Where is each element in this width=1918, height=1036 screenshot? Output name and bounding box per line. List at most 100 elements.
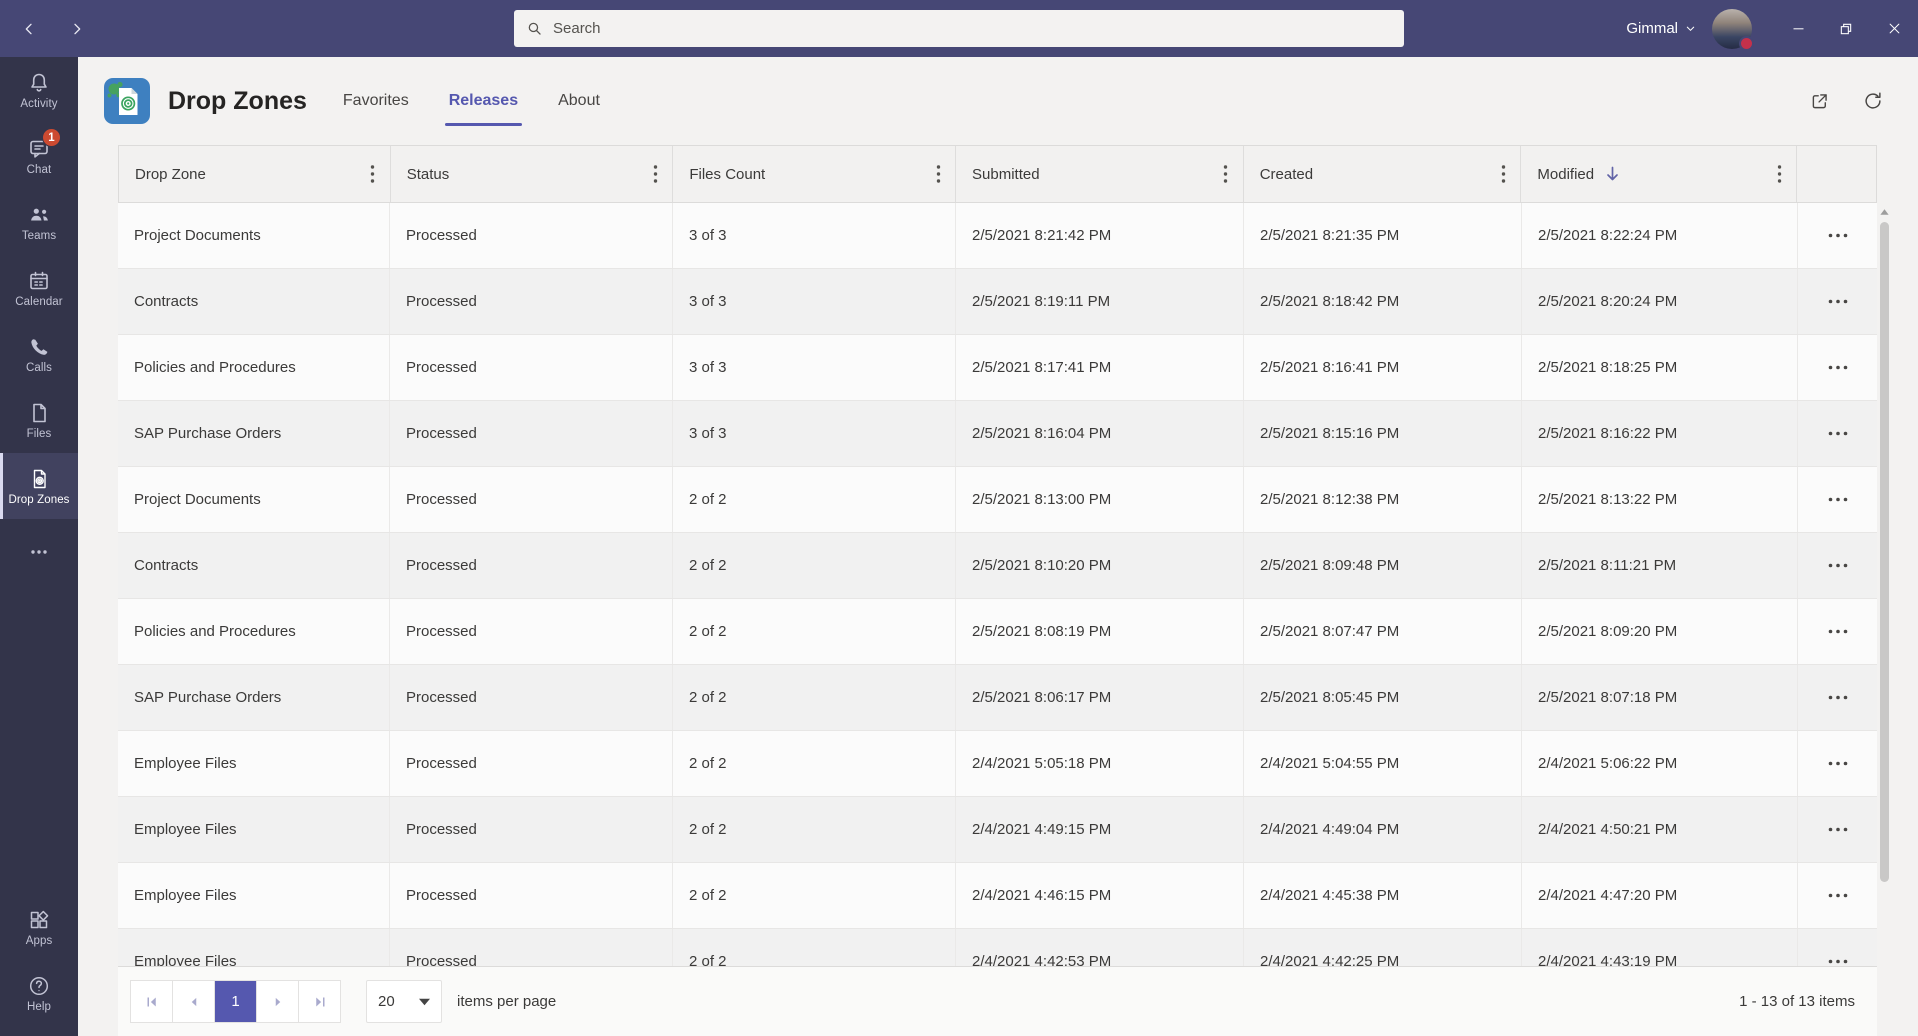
- drop-zones-app-icon: [104, 78, 150, 124]
- pager-last-button[interactable]: [298, 980, 341, 1023]
- table-row[interactable]: Employee Files Processed 2 of 2 2/4/2021…: [118, 929, 1877, 966]
- sidebar-item-help[interactable]: Help: [0, 960, 78, 1026]
- row-actions-button[interactable]: [1818, 887, 1858, 904]
- column-menu-icon[interactable]: [929, 161, 947, 187]
- avatar[interactable]: [1712, 9, 1752, 49]
- table-row[interactable]: Employee Files Processed 2 of 2 2/4/2021…: [118, 731, 1877, 797]
- popout-button[interactable]: [1806, 88, 1832, 114]
- pager-bar: 1 20 items per page 1 - 13 of 13 items: [118, 966, 1877, 1036]
- table-row[interactable]: Policies and Procedures Processed 3 of 3…: [118, 335, 1877, 401]
- cell-created: 2/4/2021 4:42:25 PM: [1260, 953, 1399, 966]
- cell-modified: 2/5/2021 8:20:24 PM: [1538, 293, 1677, 310]
- row-actions-icon: [1828, 233, 1848, 238]
- back-button[interactable]: [16, 16, 42, 42]
- column-header-created[interactable]: Created: [1244, 146, 1522, 202]
- row-actions-button[interactable]: [1818, 623, 1858, 640]
- table-row[interactable]: Employee Files Processed 2 of 2 2/4/2021…: [118, 797, 1877, 863]
- sidebar-item-more[interactable]: [0, 519, 78, 585]
- cell-drop-zone: SAP Purchase Orders: [134, 425, 281, 442]
- help-icon: [27, 974, 51, 998]
- table-row[interactable]: Employee Files Processed 2 of 2 2/4/2021…: [118, 863, 1877, 929]
- table-row[interactable]: Policies and Procedures Processed 2 of 2…: [118, 599, 1877, 665]
- sidebar-item-chat[interactable]: 1 Chat: [0, 123, 78, 189]
- refresh-button[interactable]: [1860, 88, 1886, 114]
- row-actions-button[interactable]: [1818, 689, 1858, 706]
- column-menu-icon[interactable]: [1770, 161, 1788, 187]
- tab-favorites[interactable]: Favorites: [341, 86, 411, 116]
- table-row[interactable]: Project Documents Processed 2 of 2 2/5/2…: [118, 467, 1877, 533]
- cell-status: Processed: [406, 491, 477, 508]
- pager-first-button[interactable]: [130, 980, 173, 1023]
- cell-submitted: 2/5/2021 8:06:17 PM: [972, 689, 1111, 706]
- sidebar-item-files[interactable]: Files: [0, 387, 78, 453]
- table-row[interactable]: SAP Purchase Orders Processed 2 of 2 2/5…: [118, 665, 1877, 731]
- row-actions-button[interactable]: [1818, 491, 1858, 508]
- chat-unread-badge: 1: [42, 128, 61, 147]
- sidebar-item-activity[interactable]: Activity: [0, 57, 78, 123]
- pager-page-1-button[interactable]: 1: [214, 980, 257, 1023]
- minimize-button[interactable]: [1774, 0, 1822, 57]
- column-menu-icon[interactable]: [1494, 161, 1512, 187]
- teams-icon: [27, 203, 52, 227]
- row-actions-button[interactable]: [1818, 821, 1858, 838]
- sidebar-item-calls[interactable]: Calls: [0, 321, 78, 387]
- refresh-icon: [1862, 90, 1884, 112]
- table-row[interactable]: Contracts Processed 3 of 3 2/5/2021 8:19…: [118, 269, 1877, 335]
- table-row[interactable]: SAP Purchase Orders Processed 3 of 3 2/5…: [118, 401, 1877, 467]
- sidebar-item-teams[interactable]: Teams: [0, 189, 78, 255]
- column-menu-icon[interactable]: [1217, 161, 1235, 187]
- row-actions-button[interactable]: [1818, 953, 1858, 966]
- table-row[interactable]: Contracts Processed 2 of 2 2/5/2021 8:10…: [118, 533, 1877, 599]
- table-row[interactable]: Project Documents Processed 3 of 3 2/5/2…: [118, 203, 1877, 269]
- pager-prev-icon: [185, 993, 203, 1011]
- cell-status: Processed: [406, 887, 477, 904]
- rail-spacer: [0, 585, 78, 894]
- cell-status: Processed: [406, 623, 477, 640]
- pager-prev-button[interactable]: [172, 980, 215, 1023]
- restore-button[interactable]: [1822, 0, 1870, 57]
- column-header-status[interactable]: Status: [391, 146, 674, 202]
- close-button[interactable]: [1870, 0, 1918, 57]
- scrollbar-up-arrow[interactable]: [1879, 207, 1890, 218]
- forward-button[interactable]: [64, 16, 90, 42]
- cell-files-count: 3 of 3: [689, 425, 727, 442]
- row-actions-button[interactable]: [1818, 227, 1858, 244]
- app-header: Drop Zones Favorites Releases About: [78, 57, 1918, 145]
- sidebar-item-drop-zones[interactable]: Drop Zones: [0, 453, 78, 519]
- row-actions-button[interactable]: [1818, 293, 1858, 310]
- row-actions-button[interactable]: [1818, 425, 1858, 442]
- row-actions-button[interactable]: [1818, 557, 1858, 574]
- column-header-actions: [1797, 146, 1876, 202]
- sidebar-item-calendar[interactable]: Calendar: [0, 255, 78, 321]
- column-header-drop-zone[interactable]: Drop Zone: [119, 146, 391, 202]
- row-actions-icon: [1828, 431, 1848, 436]
- tab-about[interactable]: About: [556, 86, 602, 116]
- cell-submitted: 2/5/2021 8:10:20 PM: [972, 557, 1111, 574]
- cell-status: Processed: [406, 953, 477, 966]
- row-actions-button[interactable]: [1818, 755, 1858, 772]
- cell-modified: 2/5/2021 8:09:20 PM: [1538, 623, 1677, 640]
- row-actions-icon: [1828, 893, 1848, 898]
- page-size-dropdown[interactable]: 20: [366, 980, 442, 1023]
- search-input[interactable]: [553, 20, 1392, 37]
- sidebar-item-apps[interactable]: Apps: [0, 894, 78, 960]
- pager-next-button[interactable]: [256, 980, 299, 1023]
- row-actions-icon: [1828, 365, 1848, 370]
- tab-releases[interactable]: Releases: [447, 86, 520, 116]
- row-actions-button[interactable]: [1818, 359, 1858, 376]
- forward-icon: [69, 21, 85, 37]
- column-label: Created: [1260, 166, 1313, 183]
- column-menu-icon[interactable]: [364, 161, 382, 187]
- row-actions-icon: [1828, 695, 1848, 700]
- column-header-submitted[interactable]: Submitted: [956, 146, 1244, 202]
- column-label: Status: [407, 166, 450, 183]
- cell-submitted: 2/5/2021 8:21:42 PM: [972, 227, 1111, 244]
- column-header-modified[interactable]: Modified: [1521, 146, 1797, 202]
- column-header-files-count[interactable]: Files Count: [673, 146, 956, 202]
- cell-status: Processed: [406, 359, 477, 376]
- cell-files-count: 3 of 3: [689, 227, 727, 244]
- cell-modified: 2/5/2021 8:13:22 PM: [1538, 491, 1677, 508]
- account-menu[interactable]: Gimmal: [1626, 20, 1696, 37]
- vertical-scrollbar-thumb[interactable]: [1880, 222, 1889, 882]
- column-menu-icon[interactable]: [646, 161, 664, 187]
